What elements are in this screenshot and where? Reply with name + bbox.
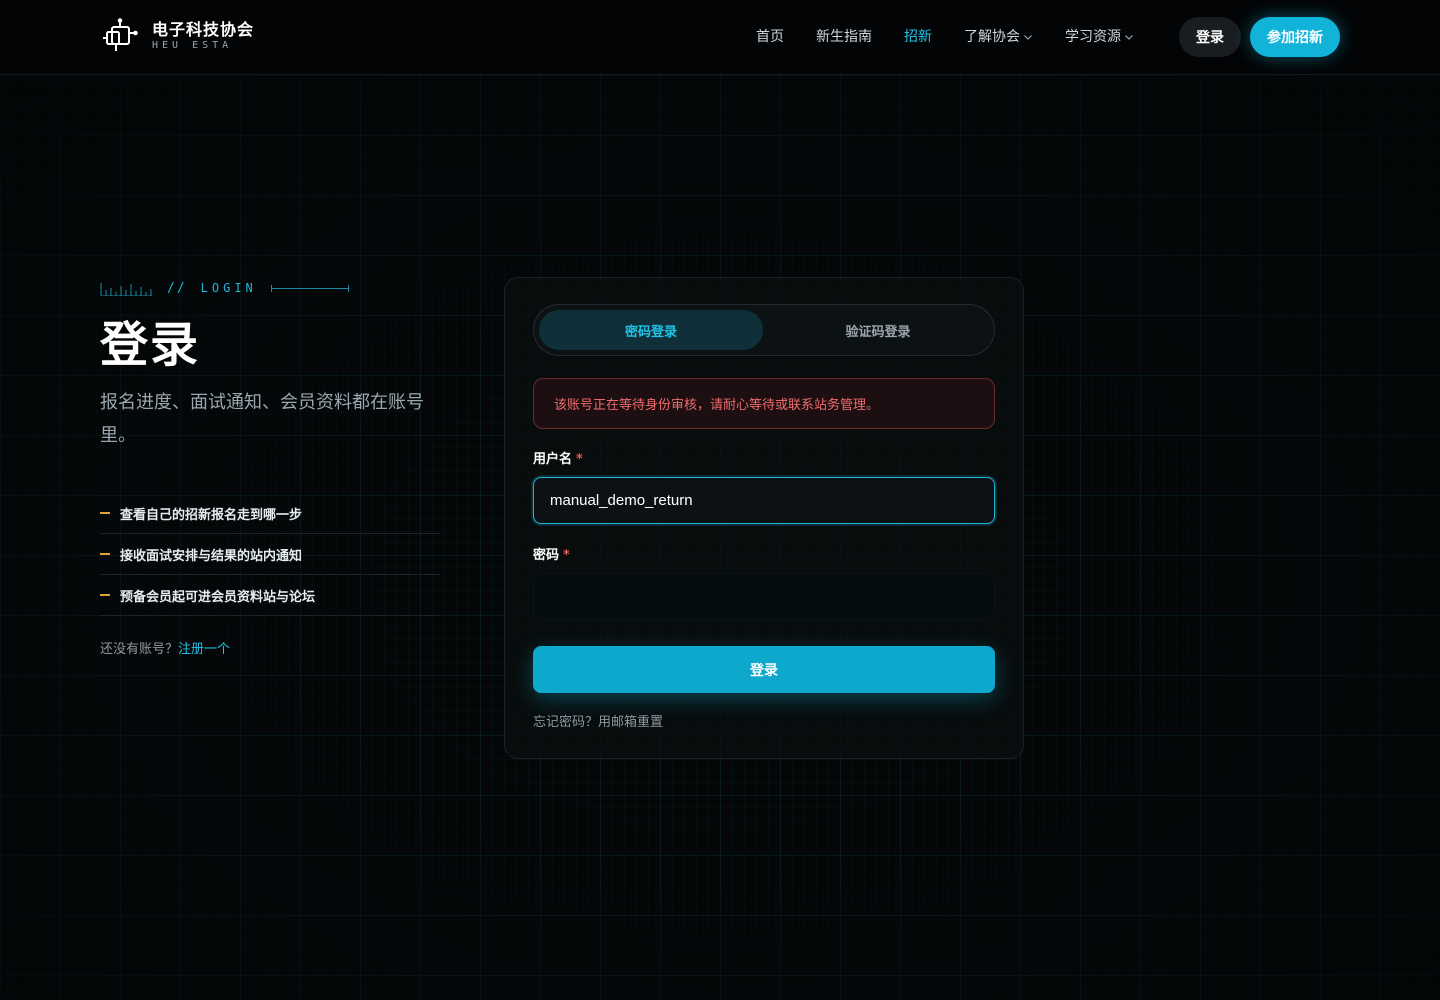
nav-item-home[interactable]: 首页: [756, 27, 784, 47]
eyebrow-text: LOGIN: [200, 281, 257, 295]
eyebrow-divider: [270, 284, 349, 292]
nav-item-resources[interactable]: 学习资源: [1065, 27, 1134, 47]
brand-name: 电子科技协会: [152, 20, 255, 39]
top-header: 电子科技协会 HEU ESTA 首页 新生指南 招新 了解协会 学习资源 登录 …: [0, 0, 1440, 75]
login-submit-button[interactable]: 登录: [533, 646, 995, 693]
login-card: 密码登录 验证码登录 该账号正在等待身份审核，请耐心等待或联系站务管理。 用户名…: [504, 277, 1024, 759]
login-mode-tabs: 密码登录 验证码登录: [533, 304, 995, 356]
list-item: 查看自己的招新报名走到哪一步: [100, 493, 440, 534]
nav-item-label: 招新: [904, 29, 932, 45]
tab-password-login[interactable]: 密码登录: [539, 310, 763, 350]
dash-icon: [100, 553, 110, 555]
brand-logo[interactable]: 电子科技协会 HEU ESTA: [102, 18, 254, 54]
nav-item-label: 了解协会: [964, 29, 1020, 45]
nav-item-about[interactable]: 了解协会: [964, 27, 1033, 47]
nav-item-recruit[interactable]: 招新: [904, 27, 932, 47]
feature-text: 接收面试安排与结果的站内通知: [120, 548, 303, 564]
register-prompt-text: 还没有账号？: [100, 642, 179, 657]
eyebrow-slash: //: [167, 280, 187, 296]
nav-item-label: 首页: [756, 29, 784, 45]
tab-code-login[interactable]: 验证码登录: [766, 310, 990, 350]
brand-subtitle: HEU ESTA: [152, 40, 233, 51]
password-label-text: 密码: [533, 548, 560, 563]
feature-text: 查看自己的招新报名走到哪一步: [120, 507, 303, 523]
list-item: 预备会员起可进会员资料站与论坛: [100, 575, 440, 616]
nav-item-label: 新生指南: [816, 29, 872, 45]
nav-item-label: 学习资源: [1065, 29, 1121, 45]
username-input[interactable]: manual_demo_return: [533, 477, 995, 524]
required-mark: *: [576, 452, 583, 467]
password-input[interactable]: [533, 573, 995, 620]
dash-icon: [100, 594, 110, 596]
login-eyebrow: // LOGIN: [100, 278, 440, 298]
join-recruit-button[interactable]: 参加招新: [1250, 17, 1340, 57]
page-description: 报名进度、面试通知、会员资料都在账号里。: [100, 392, 424, 446]
chevron-down-icon: [1024, 35, 1032, 40]
username-label-text: 用户名: [533, 452, 573, 467]
register-link[interactable]: 注册一个: [178, 642, 230, 657]
ruler-ticks-icon: [100, 283, 152, 296]
feature-list: 查看自己的招新报名走到哪一步 接收面试安排与结果的站内通知 预备会员起可进会员资…: [100, 493, 440, 616]
forgot-password-link[interactable]: 忘记密码？用邮箱重置: [533, 711, 663, 730]
list-item: 接收面试安排与结果的站内通知: [100, 534, 440, 575]
nav-item-freshman-guide[interactable]: 新生指南: [816, 27, 872, 47]
error-alert: 该账号正在等待身份审核，请耐心等待或联系站务管理。: [533, 378, 995, 429]
brand-text: 电子科技协会 HEU ESTA: [152, 20, 254, 52]
page-title: 登录: [100, 317, 201, 373]
required-mark: *: [563, 548, 570, 563]
username-label: 用户名 *: [533, 448, 583, 467]
register-prompt: 还没有账号？注册一个: [100, 638, 440, 657]
intro-section: // LOGIN 登录 报名进度、面试通知、会员资料都在账号里。 查看自己的招新…: [100, 278, 440, 657]
alert-text: 该账号正在等待身份审核，请耐心等待或联系站务管理。: [554, 398, 880, 413]
chevron-down-icon: [1125, 35, 1133, 40]
header-login-button[interactable]: 登录: [1179, 17, 1241, 57]
password-label: 密码 *: [533, 544, 570, 563]
dash-icon: [100, 512, 110, 514]
feature-text: 预备会员起可进会员资料站与论坛: [120, 589, 316, 605]
circuit-logo-icon: [103, 18, 138, 51]
main-nav: 首页 新生指南 招新 了解协会 学习资源: [756, 27, 1166, 47]
